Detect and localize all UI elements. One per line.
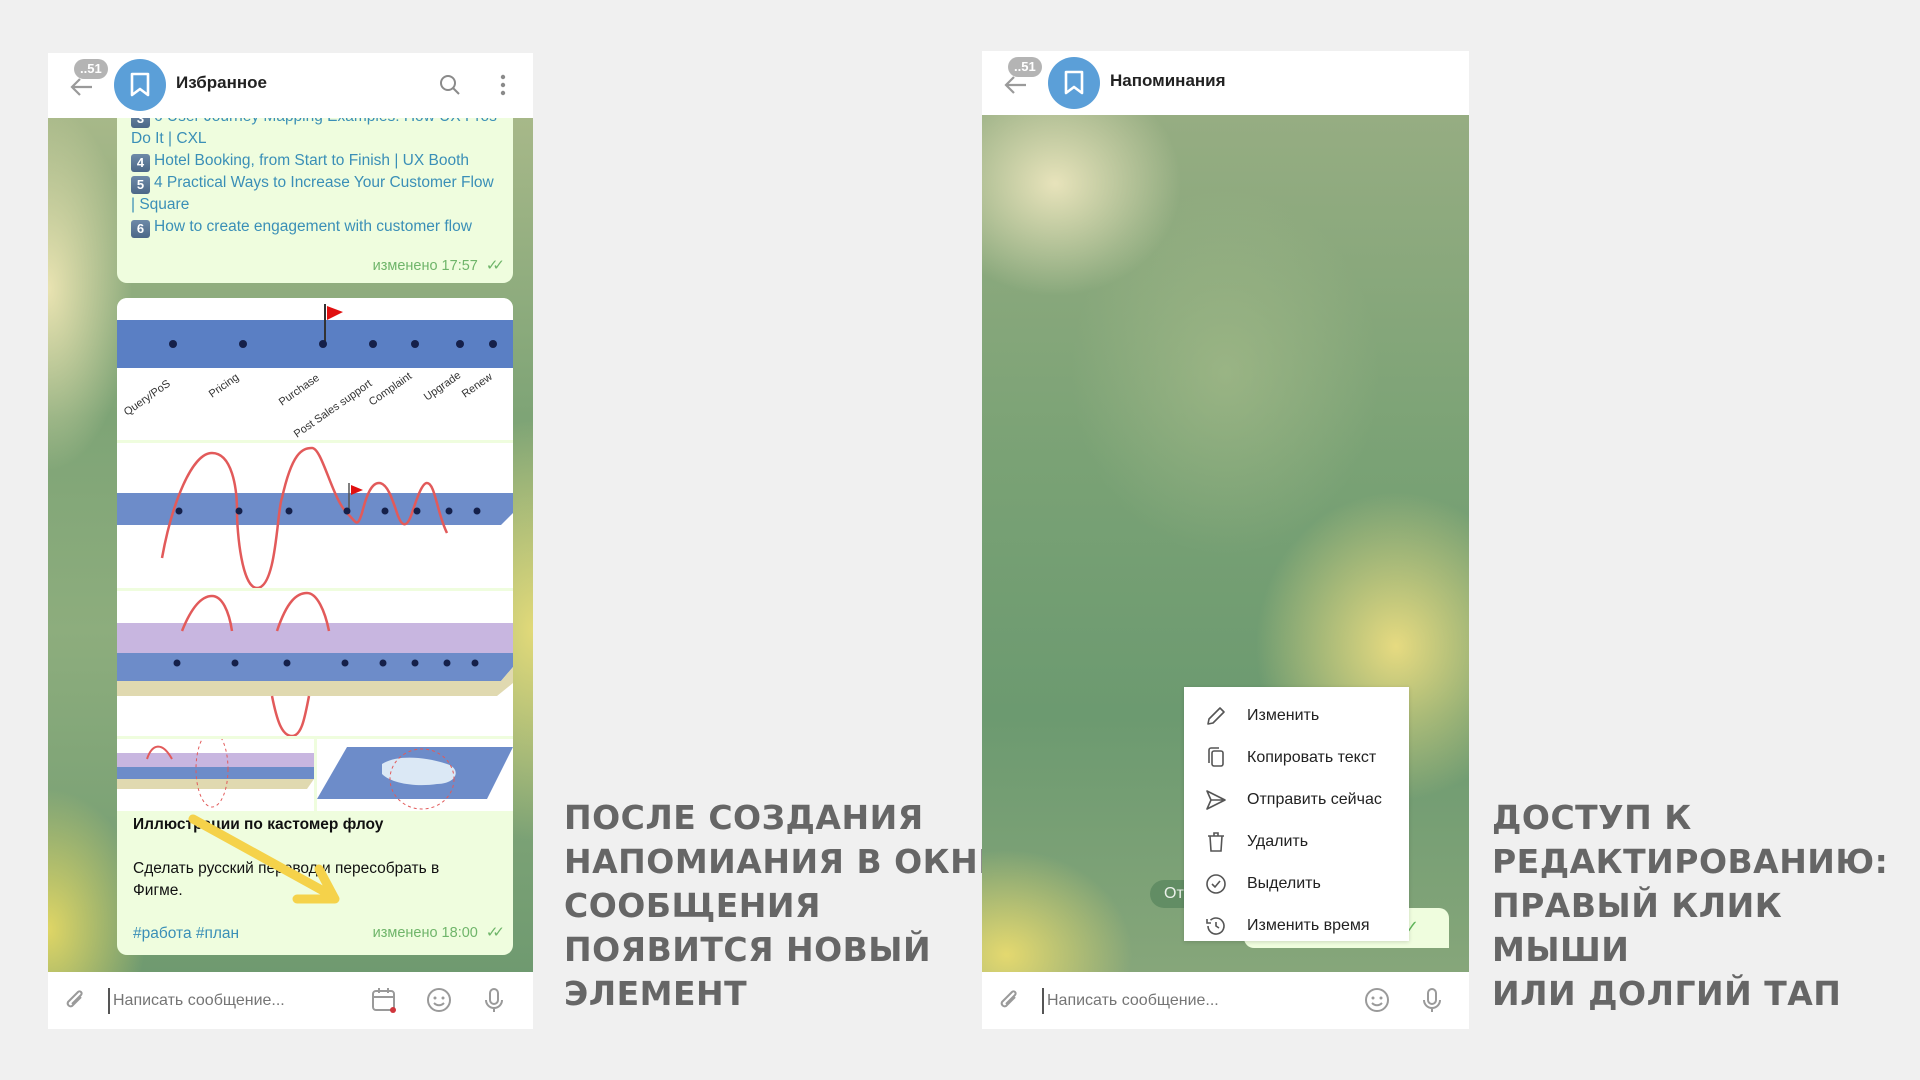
image-message[interactable]: Query/PoS Pricing Purchase Post Sales su…	[117, 298, 513, 955]
journey-image-3[interactable]	[117, 591, 513, 736]
message-input[interactable]	[108, 988, 365, 1014]
journey-label: Purchase	[277, 372, 322, 408]
attach-icon[interactable]	[996, 988, 1022, 1014]
send-icon	[1206, 790, 1226, 810]
chat-title: Напоминания	[1110, 71, 1226, 90]
keycap-3-icon: 3	[131, 118, 150, 128]
scheduled-calendar-icon[interactable]	[370, 986, 398, 1014]
pencil-icon	[1207, 707, 1225, 725]
microphone-icon[interactable]	[1418, 986, 1446, 1014]
keycap-6-icon: 6	[131, 220, 150, 238]
menu-item-copy-text[interactable]: Копировать текст	[1184, 737, 1409, 779]
multi-layer-illustration	[117, 739, 314, 808]
menu-item-delete[interactable]: Удалить	[1184, 821, 1409, 863]
bookmark-icon	[130, 72, 150, 97]
keycap-5-icon: 5	[131, 176, 150, 194]
message-meta: изменено 18:00 ✓✓	[372, 924, 505, 941]
annotation-arrow-icon	[188, 814, 340, 904]
check-circle-icon	[1206, 874, 1226, 894]
menu-item-edit[interactable]: Изменить	[1184, 695, 1409, 737]
left-chat-window: ..51 Избранное 36 User Journey Mapping E…	[48, 53, 533, 1029]
link-item[interactable]: 6 How to create engagement with customer …	[131, 216, 499, 238]
double-check-icon: ✓✓	[485, 257, 505, 274]
map-illustration	[317, 747, 513, 810]
link-item[interactable]: 54 Practical Ways to Increase Your Custo…	[131, 172, 499, 216]
history-clock-icon	[1206, 917, 1225, 935]
attach-icon[interactable]	[62, 988, 88, 1014]
chat-header: ..51 Избранное	[48, 53, 533, 118]
menu-item-send-now[interactable]: Отправить сейчас	[1184, 779, 1409, 821]
hashtags[interactable]: #работа #план	[133, 925, 239, 943]
unread-badge: ..51	[1008, 57, 1042, 77]
link-item[interactable]: 36 User Journey Mapping Examples: How UX…	[131, 118, 499, 150]
layered-wave-illustration	[117, 591, 513, 736]
wave-illustration	[117, 446, 513, 588]
journey-timeline-illustration: Query/PoS Pricing Purchase Post Sales su…	[117, 304, 513, 440]
link-message[interactable]: 36 User Journey Mapping Examples: How UX…	[117, 118, 513, 283]
chat-title: Избранное	[176, 73, 267, 92]
journey-image-5[interactable]	[317, 739, 513, 811]
emoji-icon[interactable]	[1363, 986, 1391, 1014]
journey-label: Renew	[460, 371, 495, 401]
search-icon[interactable]	[438, 73, 462, 97]
journey-label: Query/PoS	[122, 378, 173, 419]
emoji-icon[interactable]	[425, 986, 453, 1014]
avatar[interactable]	[114, 59, 166, 111]
avatar[interactable]	[1048, 57, 1100, 109]
menu-item-select[interactable]: Выделить	[1184, 863, 1409, 905]
menu-item-change-time[interactable]: Изменить время	[1184, 905, 1409, 947]
journey-label: Upgrade	[422, 369, 463, 403]
keycap-4-icon: 4	[131, 154, 150, 172]
annotation-right: ДОСТУП К РЕДАКТИРОВАНИЮ: ПРАВЫЙ КЛИК МЫШ…	[1492, 798, 1889, 1013]
microphone-icon[interactable]	[480, 986, 508, 1014]
annotation-left: ПОСЛЕ СОЗДАНИЯ НАПОМИАНИЯ В ОКНЕ СООБЩЕН…	[564, 798, 1002, 1013]
chat-header: ..51 Напоминания	[982, 51, 1469, 115]
more-vert-icon[interactable]	[491, 73, 515, 97]
copy-icon	[1208, 747, 1224, 767]
message-composer	[982, 972, 1469, 1029]
journey-label: Pricing	[207, 371, 241, 400]
journey-image-1[interactable]: Query/PoS Pricing Purchase Post Sales su…	[117, 298, 513, 440]
journey-image-4[interactable]	[117, 739, 314, 811]
journey-image-row-4	[117, 739, 513, 811]
link-item[interactable]: 4 Hotel Booking, from Start to Finish | U…	[131, 150, 499, 172]
bookmark-icon	[1064, 70, 1084, 95]
unread-badge: ..51	[74, 59, 108, 79]
message-meta: изменено 17:57 ✓✓	[372, 257, 505, 274]
chat-background: 36 User Journey Mapping Examples: How UX…	[48, 118, 533, 972]
message-input[interactable]	[1042, 988, 1299, 1014]
journey-image-2[interactable]	[117, 443, 513, 588]
context-menu: Изменить Копировать текст Отправить сейч…	[1184, 687, 1409, 941]
double-check-icon: ✓✓	[485, 924, 505, 941]
trash-icon	[1208, 832, 1224, 852]
message-composer	[48, 972, 533, 1029]
journey-label: Complaint	[367, 370, 414, 408]
